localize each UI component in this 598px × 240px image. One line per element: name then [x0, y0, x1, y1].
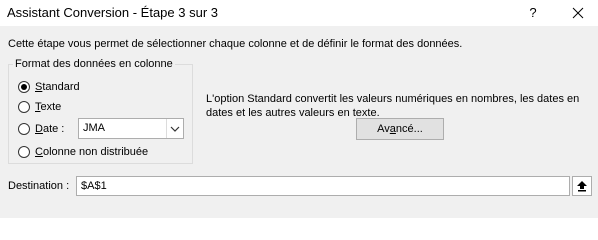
- title-bar: Assistant Conversion - Étape 3 sur 3 ?: [0, 0, 598, 26]
- radio-standard[interactable]: Standard: [18, 81, 80, 93]
- window-title: Assistant Conversion - Étape 3 sur 3: [7, 5, 218, 20]
- intro-text: Cette étape vous permet de sélectionner …: [8, 38, 463, 50]
- destination-value: $A$1: [81, 180, 107, 192]
- radio-texte-label: Texte: [35, 101, 62, 113]
- radio-skip-column[interactable]: Colonne non distribuée: [18, 146, 148, 158]
- radio-date[interactable]: Date :: [18, 123, 64, 135]
- radio-texte-indicator[interactable]: [18, 101, 30, 113]
- radio-texte[interactable]: Texte: [18, 101, 61, 113]
- date-format-value: JMA: [83, 122, 105, 134]
- close-icon: [572, 7, 584, 19]
- advanced-button[interactable]: Avancé...: [356, 118, 444, 140]
- radio-date-indicator[interactable]: [18, 123, 30, 135]
- radio-standard-indicator[interactable]: [18, 81, 30, 93]
- radio-date-label: Date :: [35, 123, 65, 135]
- destination-label: Destination :: [8, 180, 70, 192]
- format-description: L'option Standard convertit les valeurs …: [206, 93, 580, 119]
- help-button[interactable]: ?: [524, 3, 542, 23]
- destination-input[interactable]: $A$1: [76, 176, 570, 196]
- dialog-body: Cette étape vous permet de sélectionner …: [0, 26, 598, 218]
- date-format-dropdown-button[interactable]: [166, 119, 183, 138]
- radio-skip-column-indicator[interactable]: [18, 146, 30, 158]
- close-button[interactable]: [568, 3, 588, 23]
- collapse-dialog-icon: [577, 181, 587, 192]
- chevron-down-icon: [170, 126, 180, 132]
- column-format-legend: Format des données en colonne: [13, 58, 175, 70]
- destination-collapse-button[interactable]: [572, 176, 592, 196]
- date-format-select[interactable]: JMA: [78, 118, 184, 139]
- radio-skip-column-label: Colonne non distribuée: [35, 146, 149, 158]
- radio-standard-label: Standard: [35, 81, 80, 93]
